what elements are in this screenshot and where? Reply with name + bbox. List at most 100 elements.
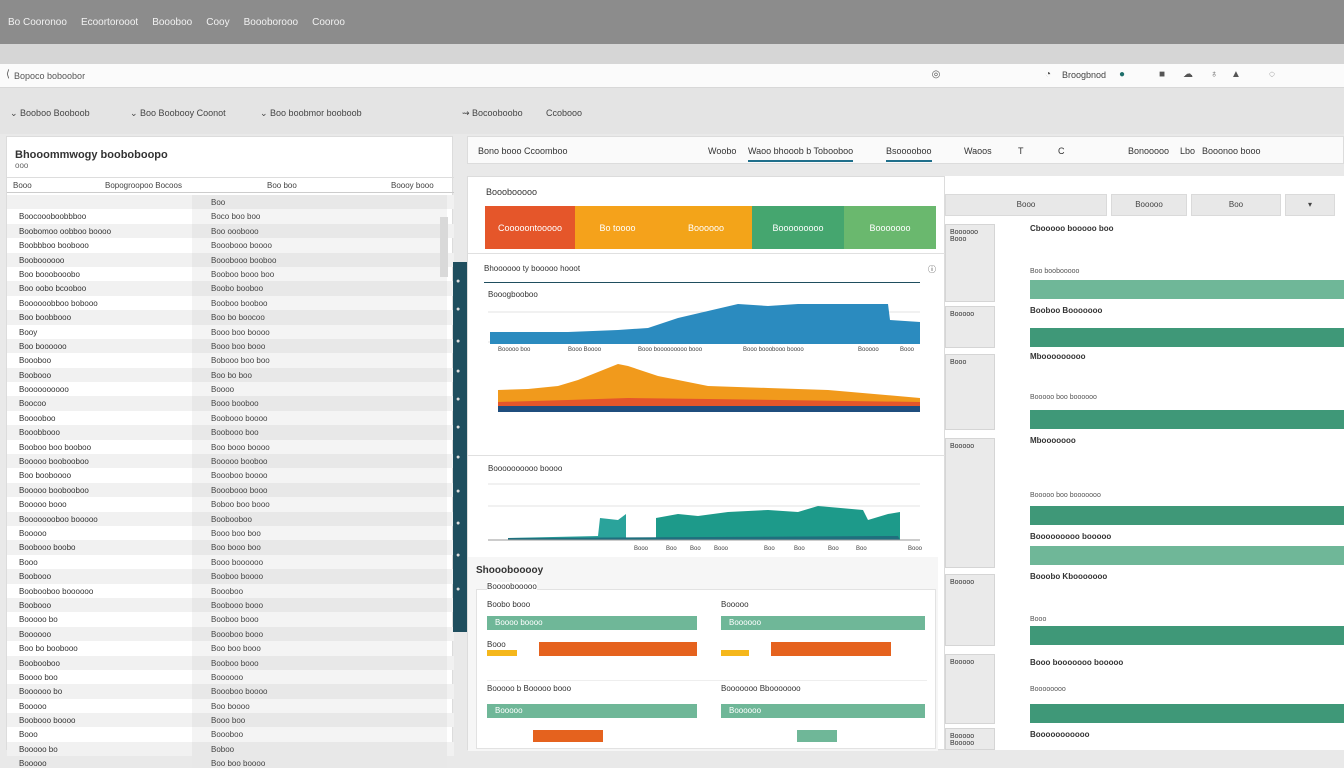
scrollbar[interactable] bbox=[440, 217, 448, 277]
table-row[interactable]: Booooo boobooboo Booooo booboo bbox=[7, 454, 454, 469]
table-row[interactable]: Boocoooboobbboo Boco boo boo bbox=[7, 209, 454, 224]
summary-bar[interactable]: Boooooo bbox=[721, 616, 925, 630]
strip-marker[interactable]: ● bbox=[456, 424, 460, 431]
table-header-col-1[interactable]: Booo bbox=[13, 181, 32, 190]
table-row[interactable]: Boobooo Boo bo boo bbox=[7, 367, 454, 383]
bell-icon[interactable]: ♁ bbox=[1208, 69, 1220, 81]
table-row[interactable]: Booo Booo boooooo bbox=[7, 554, 454, 570]
summary-bar[interactable]: Booooo bbox=[487, 704, 697, 718]
table-row[interactable]: Booooo Boo boooo bbox=[7, 698, 454, 714]
strip-marker[interactable]: ● bbox=[456, 454, 460, 461]
table-row[interactable]: Booooboo Boobooo boooo bbox=[7, 410, 454, 426]
tab-5[interactable]: Waoos bbox=[964, 146, 992, 156]
tab-3[interactable]: Waoo bhooob b Tobooboo bbox=[748, 146, 854, 162]
strip-marker[interactable]: ● bbox=[456, 306, 460, 313]
print-icon[interactable]: ■ bbox=[1156, 69, 1168, 81]
table-row[interactable]: Booobbooo Boobooo boo bbox=[7, 425, 454, 440]
right-header-1[interactable]: Booo bbox=[945, 194, 1107, 216]
table-header-col-3[interactable]: Boo boo bbox=[267, 181, 297, 190]
toolbar-item-5[interactable]: Ccobooo bbox=[546, 108, 582, 118]
search-icon[interactable]: ◌ bbox=[1266, 69, 1278, 81]
table-row[interactable]: Boobooboo boooooo Boooboo bbox=[7, 583, 454, 598]
table-row[interactable]: Boobbboo boobooo Booobooo boooo bbox=[7, 238, 454, 253]
summary-bar[interactable]: Boooooo bbox=[721, 704, 925, 718]
table-row[interactable]: Boobooo boooo Booo boo bbox=[7, 713, 454, 728]
address-path[interactable]: Bopoco boboobor bbox=[14, 71, 85, 81]
status-icon[interactable]: ● bbox=[1116, 69, 1128, 81]
table-row[interactable]: Booooo bo Booboo booo bbox=[7, 612, 454, 627]
table-row[interactable]: Booooo boobooboo Booobooo booo bbox=[7, 482, 454, 498]
table-row[interactable]: Booo Boooboo bbox=[7, 727, 454, 742]
status-bar[interactable] bbox=[1030, 410, 1344, 429]
user-icon[interactable]: ◔ bbox=[1042, 69, 1054, 81]
table-row[interactable]: Boo booboooo Boooboo boooo bbox=[7, 468, 454, 483]
strip-marker[interactable]: ● bbox=[456, 338, 460, 345]
toolbar-item-2[interactable]: ⌄ Boo Boobooy Coonot bbox=[130, 108, 226, 119]
table-row[interactable]: Boobomoo oobboo boooo Boo ooobooo bbox=[7, 223, 454, 239]
tab-7-icon[interactable]: C bbox=[1058, 146, 1065, 156]
mini-bar-orange[interactable] bbox=[771, 642, 891, 656]
table-row[interactable]: Booooo Boo boo boooo bbox=[7, 756, 454, 768]
kpi-card[interactable]: Cooooontooooo bbox=[485, 206, 575, 249]
user-label[interactable]: Broogbnod bbox=[1062, 70, 1106, 80]
table-row[interactable]: Boo bo boobooo Boo boo booo bbox=[7, 641, 454, 656]
tab-9[interactable]: Lbo bbox=[1180, 146, 1195, 156]
info-icon[interactable]: ⓘ bbox=[928, 264, 936, 275]
kpi-card[interactable]: Booooooo bbox=[844, 206, 936, 249]
kpi-card[interactable]: Booooooooo bbox=[752, 206, 844, 249]
tab-6-icon[interactable]: T bbox=[1018, 146, 1024, 156]
cloud-icon[interactable]: ☁ bbox=[1182, 69, 1194, 81]
menu-item-1[interactable]: Bo Cooronoo bbox=[8, 17, 67, 28]
right-header-3[interactable]: Boo bbox=[1191, 194, 1281, 216]
tab-4[interactable]: Bsooooboo bbox=[886, 146, 932, 162]
right-cell[interactable]: Boooooo Booo bbox=[945, 224, 995, 302]
tab-2[interactable]: Woobo bbox=[708, 146, 736, 156]
tab-10[interactable]: Booonoo booo bbox=[1202, 146, 1261, 156]
table-header-col-4[interactable]: Boooy booo bbox=[391, 181, 434, 190]
right-header-4[interactable]: ▾ bbox=[1285, 194, 1335, 216]
mini-bar-orange[interactable] bbox=[533, 730, 603, 742]
right-cell[interactable]: Booo bbox=[945, 354, 995, 430]
menu-item-3[interactable]: Boooboo bbox=[152, 17, 192, 28]
tab-1[interactable]: Bono booo Ccoomboo bbox=[478, 146, 568, 156]
status-bar[interactable] bbox=[1030, 328, 1344, 347]
right-cell[interactable]: Booooo Booooo bbox=[945, 728, 995, 750]
strip-marker[interactable]: ● bbox=[456, 586, 460, 593]
table-row[interactable]: Boooooooooo Boooo bbox=[7, 382, 454, 397]
strip-marker[interactable]: ● bbox=[456, 396, 460, 403]
menu-item-4[interactable]: Cooy bbox=[206, 17, 229, 28]
table-row[interactable]: Boooooo bo Boooboo boooo bbox=[7, 684, 454, 699]
menu-item-5[interactable]: Boooborooo bbox=[244, 17, 299, 28]
table-row[interactable]: Booy Booo boo boooo bbox=[7, 324, 454, 339]
table-row[interactable]: Boooooobboo bobooo Booboo booboo bbox=[7, 295, 454, 311]
right-cell[interactable]: Booooo bbox=[945, 574, 995, 646]
summary-bar[interactable]: Boooo boooo bbox=[487, 616, 697, 630]
strip-marker[interactable]: ● bbox=[456, 278, 460, 285]
menu-item-6[interactable]: Cooroo bbox=[312, 17, 345, 28]
table-row[interactable]: Boo bbox=[7, 195, 454, 210]
right-cell[interactable]: Booooo bbox=[945, 438, 995, 568]
table-row[interactable]: Boooooo Boooboo booo bbox=[7, 626, 454, 642]
table-row[interactable]: Boo booobooobo Booboo booo boo bbox=[7, 266, 454, 282]
strip-marker[interactable]: ● bbox=[456, 520, 460, 527]
table-row[interactable]: Boooooooboo booooo Boobooboo bbox=[7, 511, 454, 526]
table-row[interactable]: Booooo Booo boo boo bbox=[7, 525, 454, 541]
status-bar[interactable] bbox=[1030, 280, 1344, 299]
strip-marker[interactable]: ● bbox=[456, 552, 460, 559]
kpi-card[interactable]: Bo toooo bbox=[575, 206, 660, 249]
alert-icon[interactable]: ▲ bbox=[1230, 69, 1242, 81]
table-row[interactable]: Booooo booo Boboo boo booo bbox=[7, 497, 454, 512]
table-row[interactable]: Booooo bo Boboo bbox=[7, 741, 454, 757]
status-bar[interactable] bbox=[1030, 546, 1344, 565]
right-cell[interactable]: Booooo bbox=[945, 654, 995, 724]
strip-marker[interactable]: ● bbox=[456, 488, 460, 495]
mini-bar-green[interactable] bbox=[797, 730, 837, 742]
status-bar[interactable] bbox=[1030, 506, 1344, 525]
right-cell[interactable]: Booooo bbox=[945, 306, 995, 348]
settings-icon[interactable]: ◎ bbox=[930, 69, 942, 81]
table-row[interactable]: Boobooo boobo Boo booo boo bbox=[7, 540, 454, 555]
toolbar-item-1[interactable]: ⌄ Booboo Booboob bbox=[10, 108, 90, 119]
table-row[interactable]: Boooboo Bobooo boo boo bbox=[7, 353, 454, 368]
table-row[interactable]: Boo boooooo Booo boo booo bbox=[7, 338, 454, 354]
table-row[interactable]: Boo oobo bcooboo Boobo booboo bbox=[7, 281, 454, 296]
